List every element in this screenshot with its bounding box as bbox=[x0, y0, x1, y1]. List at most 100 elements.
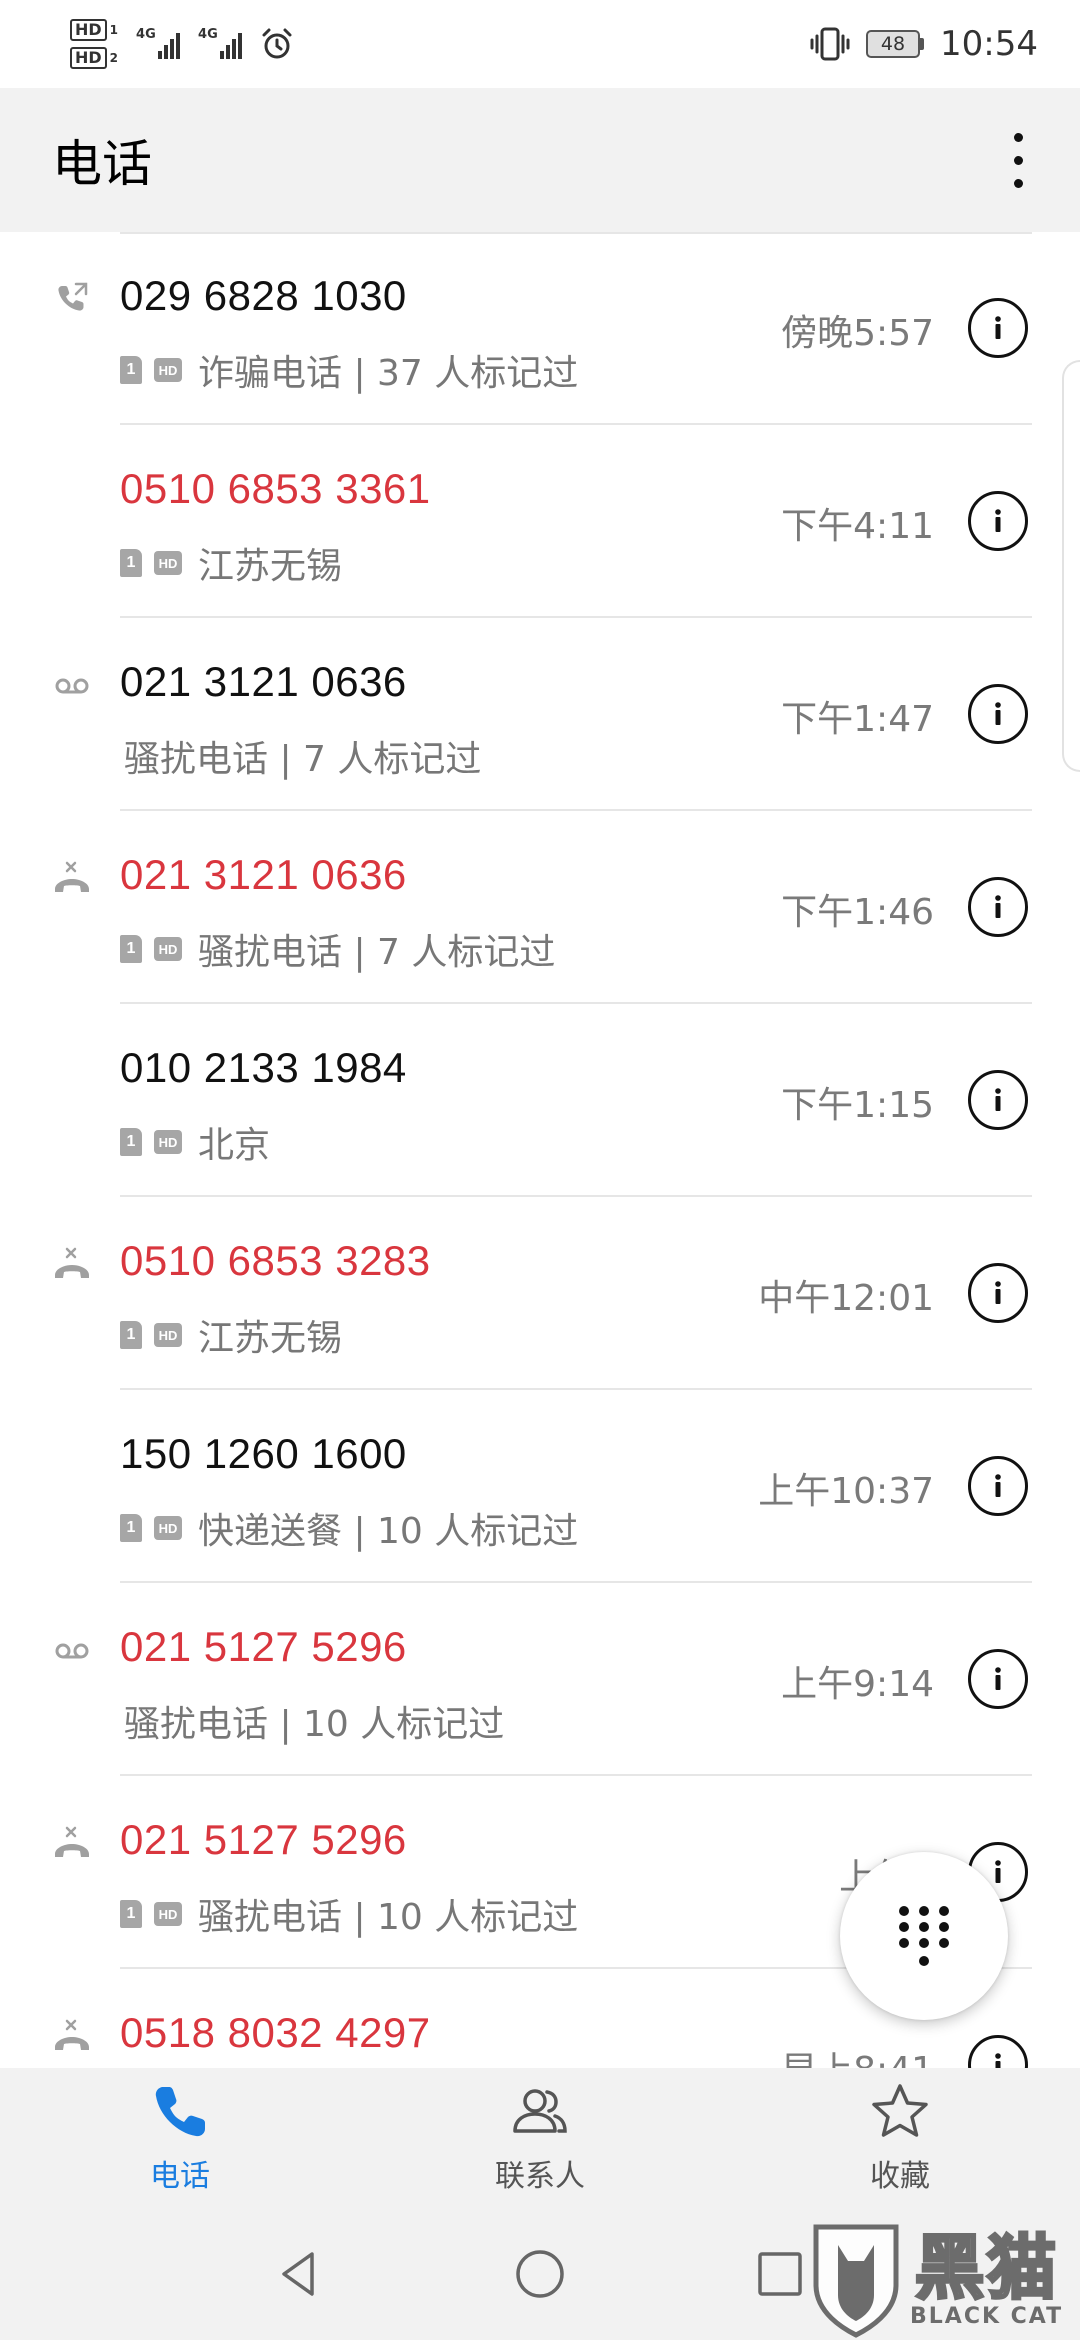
sim-card-icon: 1 bbox=[120, 1321, 142, 1349]
call-meta: 1 HD 江苏无锡 bbox=[120, 537, 342, 589]
call-log-row[interactable]: 150 1260 1600 1 HD 快递送餐 | 10 人标记过 上午10:37 bbox=[0, 1390, 1080, 1583]
rejected-call-icon bbox=[52, 1824, 92, 1864]
call-log-row[interactable]: 021 3121 0636 1 HD 骚扰电话 | 7 人标记过 下午1:46 bbox=[0, 811, 1080, 1004]
battery-level: 48 bbox=[866, 30, 921, 58]
call-meta: 骚扰电话 | 7 人标记过 bbox=[120, 730, 481, 782]
call-log-row[interactable]: 0510 6853 3283 1 HD 江苏无锡 中午12:01 bbox=[0, 1197, 1080, 1390]
hd-sim-number: 1 bbox=[109, 23, 119, 37]
hd-badge: HD bbox=[154, 551, 182, 575]
hd-sim-number: 2 bbox=[109, 51, 119, 65]
dialpad-button[interactable] bbox=[840, 1852, 1008, 2020]
info-icon bbox=[995, 509, 1001, 532]
call-details-button[interactable] bbox=[968, 491, 1028, 551]
call-details-button[interactable] bbox=[968, 877, 1028, 937]
sim-card-icon: 1 bbox=[120, 356, 142, 384]
contacts-icon bbox=[513, 2089, 567, 2133]
recents-icon[interactable] bbox=[752, 2246, 808, 2302]
nav-tab-phone[interactable]: 电话 bbox=[0, 2068, 360, 2208]
hd-badge: HD bbox=[154, 1516, 182, 1540]
rejected-call-icon bbox=[52, 1245, 92, 1285]
vibrate-icon bbox=[810, 27, 850, 61]
call-details-button[interactable] bbox=[968, 684, 1028, 744]
info-icon bbox=[995, 1088, 1001, 1111]
network-type: 4G bbox=[198, 27, 218, 42]
call-time: 早上8:41 bbox=[781, 2041, 934, 2068]
call-details-button[interactable] bbox=[968, 1649, 1028, 1709]
voicemail-icon bbox=[52, 666, 92, 706]
phone-number: 010 2133 1984 bbox=[120, 1044, 407, 1091]
call-detail: 快递送餐 | 10 人标记过 bbox=[198, 1511, 579, 1552]
call-log-row[interactable]: 021 3121 0636 骚扰电话 | 7 人标记过 下午1:47 bbox=[0, 618, 1080, 811]
status-right: 48 10:54 bbox=[810, 24, 1038, 64]
sim-card-icon: 1 bbox=[120, 549, 142, 577]
hd-badge: HD bbox=[154, 358, 182, 382]
cat-shield-icon bbox=[813, 2224, 899, 2338]
nav-tab-favorites[interactable]: 收藏 bbox=[720, 2068, 1080, 2208]
home-icon[interactable] bbox=[512, 2246, 568, 2302]
info-icon bbox=[995, 2053, 1001, 2068]
phone-icon bbox=[155, 2087, 205, 2137]
call-meta: 1 HD 骚扰电话 | 10 人标记过 bbox=[120, 1888, 578, 1940]
info-icon bbox=[995, 1667, 1001, 1690]
sim-card-icon: 1 bbox=[120, 1514, 142, 1542]
call-details-button[interactable] bbox=[968, 1263, 1028, 1323]
hd-badge: HD bbox=[154, 1902, 182, 1926]
call-meta: 1 HD 快递送餐 | 10 人标记过 bbox=[120, 1502, 578, 1554]
bottom-navigation: 电话 联系人 收藏 bbox=[0, 2068, 1080, 2208]
app-bar: 电话 bbox=[0, 88, 1080, 232]
nav-tab-contacts[interactable]: 联系人 bbox=[360, 2068, 720, 2208]
call-details-button[interactable] bbox=[968, 2035, 1028, 2068]
hd-label: HD bbox=[70, 47, 107, 69]
call-meta: 1 HD 北京 bbox=[120, 1116, 270, 1168]
hd-badge: HD bbox=[154, 937, 182, 961]
call-log-row[interactable]: 021 5127 5296 骚扰电话 | 10 人标记过 上午9:14 bbox=[0, 1583, 1080, 1776]
rejected-call-icon bbox=[52, 859, 92, 899]
page-title: 电话 bbox=[52, 135, 152, 193]
info-icon bbox=[995, 1281, 1001, 1304]
status-time: 10:54 bbox=[940, 24, 1038, 64]
star-icon bbox=[872, 2084, 928, 2137]
call-time: 上午9:14 bbox=[781, 1664, 934, 1705]
info-icon bbox=[995, 702, 1001, 725]
rejected-call-icon bbox=[52, 2017, 92, 2057]
status-bar: HD 1 HD 2 4G 4G 48 10:54 bbox=[0, 0, 1080, 88]
status-left: HD 1 HD 2 4G 4G bbox=[70, 19, 294, 69]
hd-indicators: HD 1 HD 2 bbox=[70, 19, 118, 69]
call-detail: 骚扰电话 | 7 人标记过 bbox=[198, 932, 556, 973]
call-time: 下午1:15 bbox=[781, 1085, 934, 1126]
call-time: 上午10:37 bbox=[758, 1471, 934, 1512]
phone-app-screen: HD 1 HD 2 4G 4G 48 10:54 电话 029 6828 103… bbox=[0, 0, 1080, 2340]
signal-icon: 4G bbox=[136, 27, 181, 59]
call-details-button[interactable] bbox=[968, 298, 1028, 358]
more-options-icon[interactable] bbox=[998, 120, 1038, 200]
watermark-en: BLACK CAT bbox=[910, 2303, 1064, 2329]
info-icon bbox=[995, 316, 1001, 339]
call-detail: 诈骗电话 | 37 人标记过 bbox=[198, 353, 579, 394]
call-time: 下午4:11 bbox=[781, 506, 934, 547]
call-detail: 骚扰电话 | 10 人标记过 bbox=[124, 1704, 505, 1745]
call-detail: 江苏无锡 bbox=[198, 546, 343, 587]
hd-badge: HD bbox=[154, 1130, 182, 1154]
signal-icon: 4G bbox=[198, 27, 243, 59]
call-details-button[interactable] bbox=[968, 1456, 1028, 1516]
phone-number: 0518 8032 4297 bbox=[120, 2009, 431, 2056]
call-time: 下午1:46 bbox=[781, 892, 934, 933]
sim-card-icon: 1 bbox=[120, 935, 142, 963]
hd-indicator-2: HD 2 bbox=[70, 47, 118, 69]
phone-number: 150 1260 1600 bbox=[120, 1430, 407, 1477]
hd-badge: HD bbox=[154, 1323, 182, 1347]
call-log-list[interactable]: 029 6828 1030 1 HD 诈骗电话 | 37 人标记过 傍晚5:57 0510… bbox=[0, 232, 1080, 2068]
back-icon[interactable] bbox=[272, 2246, 328, 2302]
call-meta: 1 HD 江苏无锡 bbox=[120, 1309, 342, 1361]
call-log-row[interactable]: 010 2133 1984 1 HD 北京 下午1:15 bbox=[0, 1004, 1080, 1197]
nav-label: 收藏 bbox=[870, 2159, 930, 2194]
call-meta: 骚扰电话 | 10 人标记过 bbox=[120, 1695, 504, 1747]
call-detail: 北京 bbox=[198, 1125, 271, 1166]
call-log-row[interactable]: 029 6828 1030 1 HD 诈骗电话 | 37 人标记过 傍晚5:57 bbox=[0, 232, 1080, 425]
phone-number: 0510 6853 3283 bbox=[120, 1237, 431, 1284]
nav-label: 电话 bbox=[150, 2159, 210, 2194]
call-log-row[interactable]: 0510 6853 3361 1 HD 江苏无锡 下午4:11 bbox=[0, 425, 1080, 618]
call-details-button[interactable] bbox=[968, 1070, 1028, 1130]
call-time: 傍晚5:57 bbox=[781, 313, 934, 354]
sim-card-icon: 1 bbox=[120, 1900, 142, 1928]
